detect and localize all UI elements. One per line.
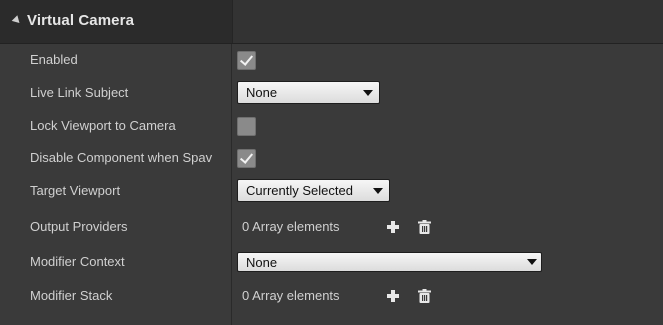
property-row-target-viewport: Target Viewport Currently Selected [0,175,663,207]
details-panel: Virtual Camera Enabled Live Link Subject… [0,0,663,325]
dropdown-value: None [246,255,278,270]
collapse-arrow-icon[interactable] [11,15,23,26]
array-count: 0 Array elements [242,219,340,234]
chevron-down-icon [363,90,373,96]
dropdown-value: Currently Selected [246,183,353,198]
property-row-modifier-stack: Modifier Stack 0 Array elements [0,280,663,312]
property-row-output-providers: Output Providers 0 Array elements [0,211,663,243]
property-label: Target Viewport [30,183,121,198]
property-label: Enabled [30,52,78,67]
property-label: Lock Viewport to Camera [30,118,176,133]
plus-icon[interactable] [387,290,399,302]
dropdown-value: None [246,85,278,100]
section-title: Virtual Camera [27,12,135,29]
chevron-down-icon [527,259,537,265]
plus-icon[interactable] [387,221,399,233]
property-label: Disable Component when Spav [30,150,213,165]
lock-viewport-checkbox[interactable] [237,117,256,136]
property-label: Output Providers [30,219,128,234]
section-header[interactable]: Virtual Camera [0,0,663,44]
array-count: 0 Array elements [242,288,340,303]
enabled-checkbox[interactable] [237,51,256,70]
property-row-modifier-context: Modifier Context None [0,246,663,278]
header-value-column [232,0,663,43]
property-label: Modifier Context [30,254,125,269]
trash-icon[interactable] [418,220,431,234]
property-label: Live Link Subject [30,85,129,100]
target-viewport-dropdown[interactable]: Currently Selected [237,179,390,202]
chevron-down-icon [373,188,383,194]
live-link-subject-dropdown[interactable]: None [237,81,380,104]
disable-component-checkbox[interactable] [237,149,256,168]
property-row-lock-viewport: Lock Viewport to Camera [0,110,663,142]
modifier-context-dropdown[interactable]: None [237,252,542,272]
trash-icon[interactable] [418,289,431,303]
property-label: Modifier Stack [30,288,113,303]
property-row-enabled: Enabled [0,44,663,76]
property-row-disable-component: Disable Component when Spav [0,142,663,174]
property-row-live-link-subject: Live Link Subject None [0,77,663,109]
